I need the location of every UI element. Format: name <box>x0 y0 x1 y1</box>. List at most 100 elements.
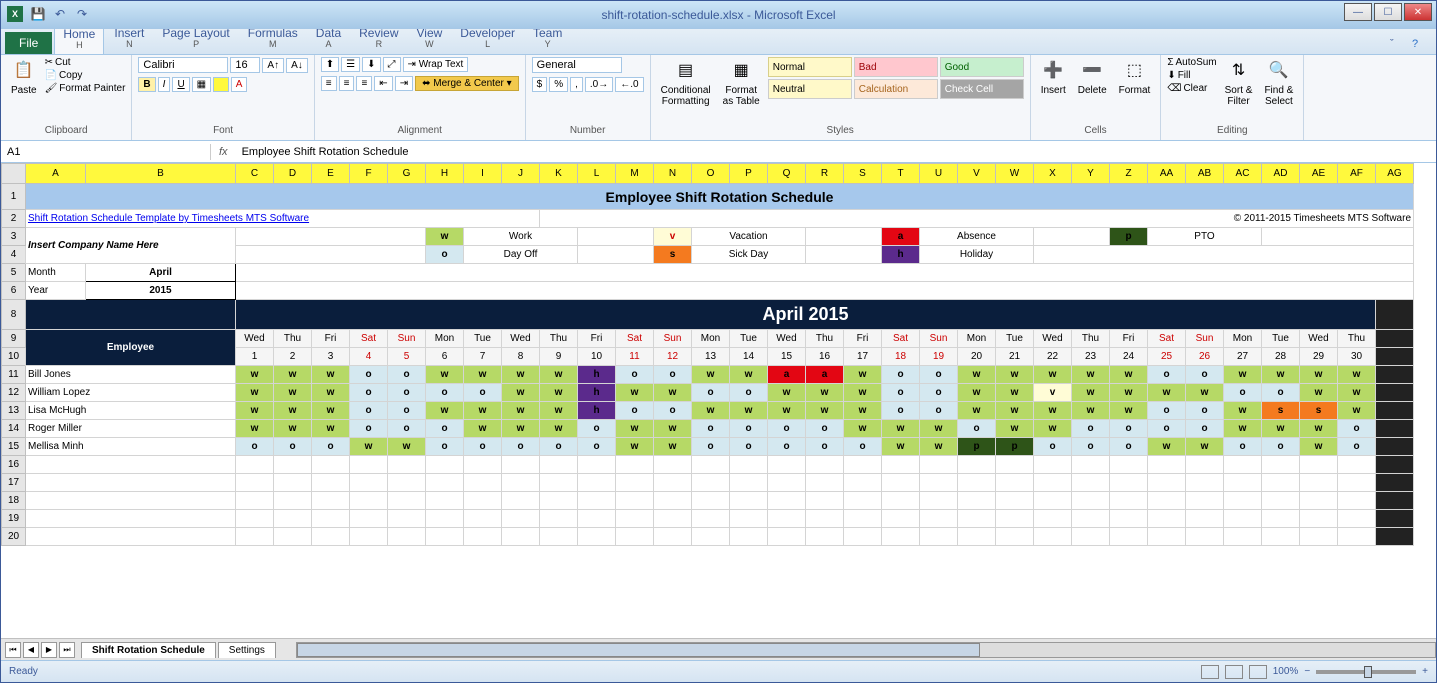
shift-cell[interactable]: o <box>540 438 578 456</box>
shift-cell[interactable]: w <box>1148 438 1186 456</box>
column-header-AG[interactable]: AG <box>1376 164 1414 184</box>
shift-cell[interactable]: w <box>1224 366 1262 384</box>
row-header-11[interactable]: 11 <box>2 366 26 384</box>
spreadsheet-grid[interactable]: ABCDEFGHIJKLMNOPQRSTUVWXYZAAABACADAEAFAG… <box>1 163 1436 638</box>
shift-cell[interactable]: o <box>236 438 274 456</box>
shift-cell[interactable]: h <box>578 366 616 384</box>
shift-cell[interactable]: w <box>274 384 312 402</box>
shift-cell[interactable]: v <box>1034 384 1072 402</box>
row-header-8[interactable]: 8 <box>2 300 26 330</box>
row-header-2[interactable]: 2 <box>2 210 26 228</box>
align-middle-icon[interactable]: ☰ <box>341 57 360 72</box>
shift-cell[interactable]: w <box>426 366 464 384</box>
row-header-3[interactable]: 3 <box>2 228 26 246</box>
conditional-formatting-button[interactable]: ▤Conditional Formatting <box>657 57 715 109</box>
shift-cell[interactable]: o <box>730 420 768 438</box>
shift-cell[interactable]: w <box>236 402 274 420</box>
align-left-icon[interactable]: ≡ <box>321 76 337 91</box>
employee-name[interactable]: Lisa McHugh <box>26 402 236 420</box>
row-header-9[interactable]: 9 <box>2 330 26 348</box>
style-normal[interactable]: Normal <box>768 57 852 77</box>
shift-cell[interactable]: w <box>464 402 502 420</box>
shift-cell[interactable]: w <box>1300 420 1338 438</box>
column-header-D[interactable]: D <box>274 164 312 184</box>
shift-cell[interactable]: o <box>730 384 768 402</box>
next-sheet-icon[interactable]: ▶ <box>41 642 57 658</box>
autosum-button[interactable]: Σ AutoSum <box>1167 57 1216 68</box>
shift-cell[interactable]: o <box>692 438 730 456</box>
shift-cell[interactable]: o <box>1186 402 1224 420</box>
shift-cell[interactable]: o <box>654 402 692 420</box>
increase-font-icon[interactable]: A↑ <box>262 58 284 73</box>
delete-cells-button[interactable]: ➖Delete <box>1074 57 1111 98</box>
shift-cell[interactable]: w <box>236 420 274 438</box>
number-format-select[interactable]: General <box>532 57 622 73</box>
column-header-V[interactable]: V <box>958 164 996 184</box>
shift-cell[interactable]: h <box>578 402 616 420</box>
align-right-icon[interactable]: ≡ <box>356 76 372 91</box>
style-good[interactable]: Good <box>940 57 1024 77</box>
format-as-table-button[interactable]: ▦Format as Table <box>719 57 764 109</box>
shift-cell[interactable]: o <box>1148 420 1186 438</box>
shift-cell[interactable]: o <box>388 384 426 402</box>
shift-cell[interactable]: w <box>654 438 692 456</box>
font-color-button[interactable]: A <box>231 77 248 92</box>
shift-cell[interactable]: w <box>1072 384 1110 402</box>
shift-cell[interactable]: w <box>1110 384 1148 402</box>
orientation-icon[interactable]: ⤢ <box>383 57 401 72</box>
shift-cell[interactable]: o <box>692 420 730 438</box>
shift-cell[interactable]: w <box>388 438 426 456</box>
row-header-10[interactable]: 10 <box>2 348 26 366</box>
format-painter-button[interactable]: 🖌 Format Painter <box>45 83 126 94</box>
first-sheet-icon[interactable]: ⏮ <box>5 642 21 658</box>
shift-cell[interactable]: o <box>350 420 388 438</box>
shift-cell[interactable]: w <box>616 420 654 438</box>
shift-cell[interactable]: o <box>1072 438 1110 456</box>
shift-cell[interactable]: o <box>1338 438 1376 456</box>
shift-cell[interactable]: w <box>1262 366 1300 384</box>
underline-button[interactable]: U <box>172 77 189 92</box>
row-header-13[interactable]: 13 <box>2 402 26 420</box>
shift-cell[interactable]: w <box>502 366 540 384</box>
paste-button[interactable]: 📋Paste <box>7 57 41 98</box>
row-header-20[interactable]: 20 <box>2 528 26 546</box>
shift-cell[interactable]: w <box>1034 366 1072 384</box>
shift-cell[interactable]: w <box>844 384 882 402</box>
minimize-ribbon-icon[interactable]: ˇ <box>1390 38 1406 54</box>
page-layout-view-icon[interactable] <box>1225 665 1243 679</box>
align-top-icon[interactable]: ⬆ <box>321 57 339 72</box>
shift-cell[interactable]: w <box>730 366 768 384</box>
column-header-AF[interactable]: AF <box>1338 164 1376 184</box>
shift-cell[interactable]: w <box>1186 384 1224 402</box>
shift-cell[interactable]: w <box>1034 402 1072 420</box>
employee-name[interactable]: William Lopez <box>26 384 236 402</box>
row-header-16[interactable]: 16 <box>2 456 26 474</box>
shift-cell[interactable]: o <box>1224 384 1262 402</box>
save-icon[interactable]: 💾 <box>29 5 47 23</box>
shift-cell[interactable]: w <box>1072 366 1110 384</box>
shift-cell[interactable]: w <box>1300 366 1338 384</box>
shift-cell[interactable]: w <box>1072 402 1110 420</box>
row-header-19[interactable]: 19 <box>2 510 26 528</box>
column-header-T[interactable]: T <box>882 164 920 184</box>
shift-cell[interactable]: w <box>540 420 578 438</box>
column-header-AD[interactable]: AD <box>1262 164 1300 184</box>
shift-cell[interactable]: o <box>312 438 350 456</box>
indent-increase-icon[interactable]: ⇥ <box>395 76 413 91</box>
comma-icon[interactable]: , <box>570 77 583 92</box>
shift-cell[interactable]: w <box>844 402 882 420</box>
shift-cell[interactable]: o <box>274 438 312 456</box>
shift-cell[interactable]: o <box>350 366 388 384</box>
shift-cell[interactable]: o <box>388 420 426 438</box>
shift-cell[interactable]: w <box>274 420 312 438</box>
shift-cell[interactable]: o <box>654 366 692 384</box>
shift-cell[interactable]: w <box>920 438 958 456</box>
zoom-in-icon[interactable]: + <box>1422 666 1428 677</box>
column-header-S[interactable]: S <box>844 164 882 184</box>
shift-cell[interactable]: w <box>806 384 844 402</box>
shift-cell[interactable]: w <box>1338 402 1376 420</box>
name-box[interactable]: A1 <box>1 144 211 160</box>
fill-color-button[interactable] <box>213 77 229 92</box>
currency-icon[interactable]: $ <box>532 77 548 92</box>
shift-cell[interactable]: w <box>996 366 1034 384</box>
